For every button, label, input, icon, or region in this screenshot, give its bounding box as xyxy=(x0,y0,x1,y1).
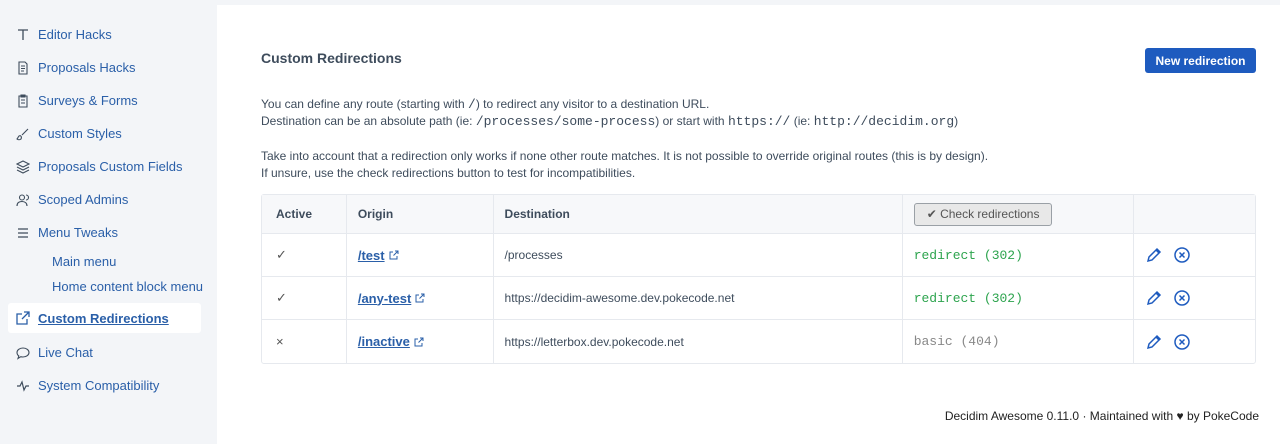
sidebar-item-label: Proposals Hacks xyxy=(38,60,136,75)
description: You can define any route (starting with … xyxy=(261,96,958,130)
sidebar-item-label: System Compatibility xyxy=(38,378,160,393)
status-value: basic (404) xyxy=(913,334,1000,349)
header-check: ✔ Check redirections xyxy=(903,195,1135,233)
external-link-icon xyxy=(16,311,30,325)
origin-link[interactable]: /inactive xyxy=(358,334,424,349)
destination-value: https://letterbox.dev.pokecode.net xyxy=(504,334,684,349)
sidebar-item-label: Menu Tweaks xyxy=(38,225,118,240)
delete-icon[interactable] xyxy=(1173,246,1191,264)
menu-icon xyxy=(16,226,30,240)
active-indicator: ✓ xyxy=(276,290,287,305)
external-link-icon xyxy=(389,250,399,260)
table-row: ✓ /test /processes redirect (302) xyxy=(262,234,1255,277)
chat-icon xyxy=(16,346,30,360)
table-header: Active Origin Destination ✔ Check redire… xyxy=(262,195,1255,234)
sidebar-item-custom-styles[interactable]: Custom Styles xyxy=(0,117,217,150)
external-link-icon xyxy=(414,337,424,347)
sidebar: Editor Hacks Proposals Hacks Surveys & F… xyxy=(0,0,217,444)
check-redirections-button[interactable]: ✔ Check redirections xyxy=(913,202,1053,226)
sidebar-item-label: Custom Styles xyxy=(38,126,122,141)
note-line-1: Take into account that a redirection onl… xyxy=(261,149,989,163)
note: Take into account that a redirection onl… xyxy=(261,148,988,182)
main-content: Custom Redirections New redirection You … xyxy=(217,5,1280,444)
description-line-2: Destination can be an absolute path (ie:… xyxy=(261,114,959,129)
delete-icon[interactable] xyxy=(1173,289,1191,307)
sidebar-subitem-main-menu[interactable]: Main menu xyxy=(0,249,217,274)
status-value: redirect (302) xyxy=(913,290,1023,306)
sidebar-subitem-home-content-block-menu[interactable]: Home content block menu xyxy=(0,274,217,299)
header-active: Active xyxy=(262,195,347,233)
origin-link[interactable]: /test xyxy=(358,248,399,263)
redirections-table: Active Origin Destination ✔ Check redire… xyxy=(261,194,1256,364)
origin-link[interactable]: /any-test xyxy=(358,291,425,306)
sidebar-item-custom-redirections[interactable]: Custom Redirections xyxy=(8,303,201,333)
sidebar-item-label: Scoped Admins xyxy=(38,192,129,207)
page-title: Custom Redirections xyxy=(261,50,402,66)
sidebar-item-proposals-hacks[interactable]: Proposals Hacks xyxy=(0,51,217,84)
users-icon xyxy=(16,193,30,207)
sidebar-item-surveys-forms[interactable]: Surveys & Forms xyxy=(0,84,217,117)
clipboard-icon xyxy=(16,93,30,108)
sidebar-item-label: Editor Hacks xyxy=(38,27,112,42)
external-link-icon xyxy=(415,293,425,303)
document-icon xyxy=(16,60,30,75)
header-destination: Destination xyxy=(494,195,903,233)
brush-icon xyxy=(16,127,30,141)
text-icon xyxy=(16,28,30,42)
sidebar-item-scoped-admins[interactable]: Scoped Admins xyxy=(0,183,217,216)
sidebar-item-proposals-custom-fields[interactable]: Proposals Custom Fields xyxy=(0,150,217,183)
status-value: redirect (302) xyxy=(913,247,1023,263)
stack-icon xyxy=(16,159,30,174)
edit-icon[interactable] xyxy=(1145,246,1163,264)
edit-icon[interactable] xyxy=(1145,333,1163,351)
sidebar-item-system-compatibility[interactable]: System Compatibility xyxy=(0,369,217,402)
sidebar-item-label: Proposals Custom Fields xyxy=(38,159,183,174)
sidebar-item-editor-hacks[interactable]: Editor Hacks xyxy=(0,18,217,51)
inactive-indicator: × xyxy=(276,334,284,349)
sidebar-item-live-chat[interactable]: Live Chat xyxy=(0,336,217,369)
table-row: × /inactive https://letterbox.dev.pokeco… xyxy=(262,320,1255,363)
footer: Decidim Awesome 0.11.0 · Maintained with… xyxy=(944,409,1259,423)
new-redirection-button[interactable]: New redirection xyxy=(1145,48,1256,73)
delete-icon[interactable] xyxy=(1173,333,1191,351)
description-line-1: You can define any route (starting with … xyxy=(261,97,710,112)
pulse-icon xyxy=(16,379,30,393)
header-origin: Origin xyxy=(347,195,494,233)
sidebar-item-label: Live Chat xyxy=(38,345,93,360)
sidebar-item-label: Custom Redirections xyxy=(38,310,169,326)
edit-icon[interactable] xyxy=(1145,289,1163,307)
destination-value: https://decidim-awesome.dev.pokecode.net xyxy=(504,291,735,305)
header-actions xyxy=(1134,195,1255,233)
sidebar-item-label: Surveys & Forms xyxy=(38,93,138,108)
note-line-2: If unsure, use the check redirections bu… xyxy=(261,166,636,180)
active-indicator: ✓ xyxy=(276,247,287,262)
table-row: ✓ /any-test https://decidim-awesome.dev.… xyxy=(262,277,1255,320)
destination-value: /processes xyxy=(504,248,563,262)
sidebar-item-menu-tweaks[interactable]: Menu Tweaks xyxy=(0,216,217,249)
